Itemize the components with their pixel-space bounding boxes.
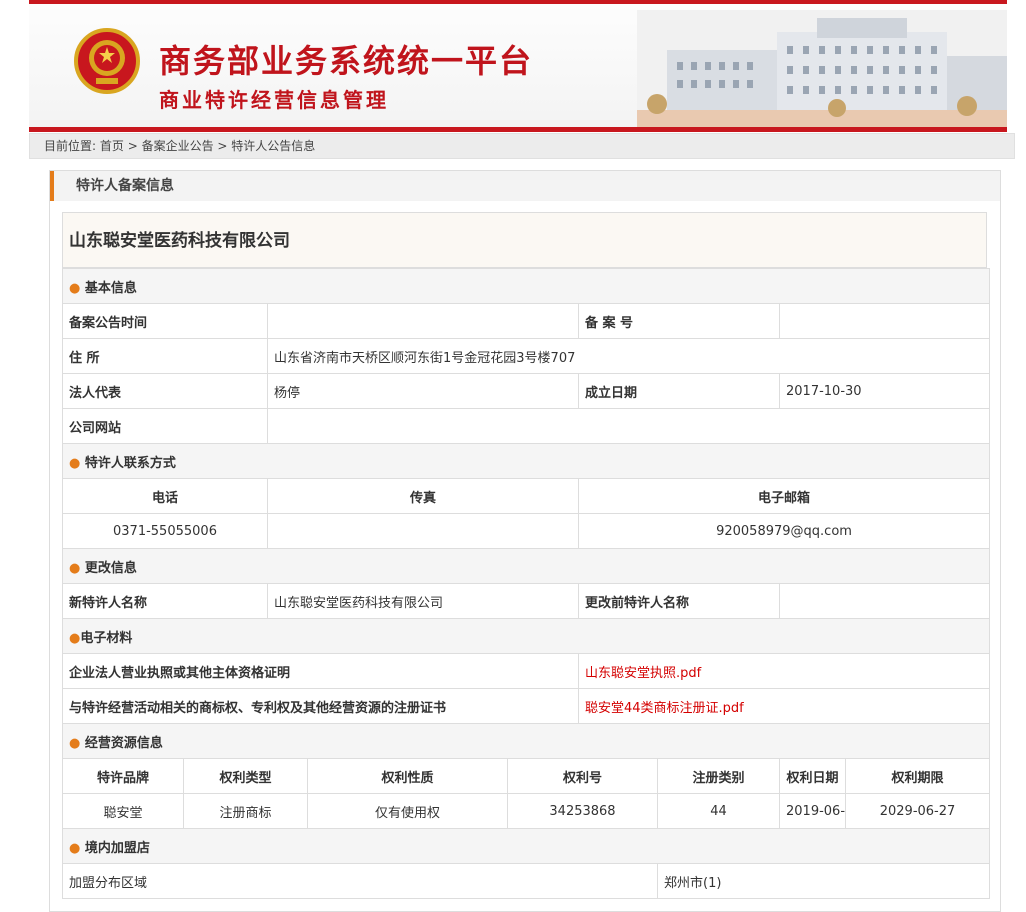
section-resources-title: 经营资源信息: [84, 735, 163, 751]
new-name-value: 山东聪安堂医药科技有限公司: [267, 583, 579, 619]
store-area-label: 加盟分布区域: [62, 863, 658, 899]
bullet-icon: ●: [69, 280, 85, 296]
table-row: 企业法人营业执照或其他主体资格证明 山东聪安堂执照.pdf: [62, 653, 991, 689]
address-label: 住 所: [62, 338, 268, 374]
resource-header: 权利日期: [779, 758, 846, 794]
resource-header: 注册类别: [657, 758, 780, 794]
section-resources: ● 经营资源信息: [61, 723, 991, 759]
section-stores: ● 境内加盟店: [61, 828, 991, 864]
table-row: 法人代表 杨停 成立日期 2017-10-30: [62, 373, 991, 409]
resource-header: 权利号: [507, 758, 658, 794]
legal-rep-value: 杨停: [267, 373, 579, 409]
section-change-title: 更改信息: [84, 560, 137, 576]
section-basic: ● 基本信息: [61, 268, 991, 304]
section-materials: ●电子材料: [61, 618, 991, 654]
new-name-label: 新特许人名称: [62, 583, 268, 619]
resource-cell: 聪安堂: [62, 793, 184, 829]
building-illustration: [637, 10, 1007, 128]
bullet-icon: ●: [69, 840, 85, 856]
table-row: 特许品牌 权利类型 权利性质 权利号 注册类别 权利日期 权利期限: [62, 758, 991, 794]
bullet-icon: ●: [69, 630, 81, 646]
section-change: ● 更改信息: [61, 548, 991, 584]
table-row: 加盟分布区域 郑州市(1): [62, 863, 991, 899]
resource-header: 权利类型: [183, 758, 308, 794]
founded-label: 成立日期: [578, 373, 780, 409]
section-contact: ● 特许人联系方式: [61, 443, 991, 479]
resource-cell: 34253868: [507, 793, 658, 829]
founded-value: 2017-10-30: [778, 373, 991, 409]
website-value: [266, 408, 991, 444]
section-materials-title: 电子材料: [80, 630, 133, 646]
email-value: 920058979@qq.com: [577, 513, 991, 549]
material-pdf-link[interactable]: 山东聪安堂执照.pdf: [585, 666, 701, 681]
announce-time-label: 备案公告时间: [62, 303, 268, 339]
website-label: 公司网站: [62, 408, 268, 444]
resource-cell: 44: [657, 793, 780, 829]
national-emblem-icon: [74, 28, 140, 94]
site-subtitle: 商业特许经营信息管理: [159, 88, 389, 112]
store-area-value[interactable]: 郑州市(1): [656, 863, 991, 899]
breadcrumb-home-link[interactable]: 首页: [100, 139, 124, 153]
announce-time-value: [267, 303, 579, 339]
old-name-label: 更改前特许人名称: [578, 583, 780, 619]
breadcrumb-separator: >: [123, 139, 142, 153]
material-label: 与特许经营活动相关的商标权、专利权及其他经营资源的注册证书: [62, 688, 579, 724]
resource-header: 特许品牌: [62, 758, 184, 794]
record-no-value: [778, 303, 991, 339]
table-row: 与特许经营活动相关的商标权、专利权及其他经营资源的注册证书 聪安堂44类商标注册…: [62, 688, 991, 724]
bullet-icon: ●: [69, 455, 85, 471]
section-basic-title: 基本信息: [84, 280, 137, 296]
header-banner: 商务部业务系统统一平台 商业特许经营信息管理: [29, 0, 1007, 132]
table-row: 新特许人名称 山东聪安堂医药科技有限公司 更改前特许人名称: [62, 583, 991, 619]
table-row: 公司网站: [62, 408, 991, 444]
breadcrumb: 目前位置: 首页 > 备案企业公告 > 特许人公告信息: [29, 133, 1015, 159]
resource-cell: 仅有使用权: [307, 793, 508, 829]
table-row: 备案公告时间 备 案 号: [62, 303, 991, 339]
header-red-line: [29, 127, 1007, 132]
table-row: 聪安堂 注册商标 仅有使用权 34253868 44 2019-06-28 20…: [62, 793, 991, 829]
table-row: 0371-55055006 920058979@qq.com: [62, 513, 991, 549]
record-panel: 特许人备案信息 山东聪安堂医药科技有限公司 ● 基本信息 备案公告时间 备 案 …: [49, 170, 1001, 912]
bullet-icon: ●: [69, 735, 85, 751]
legal-rep-label: 法人代表: [62, 373, 268, 409]
bullet-icon: ●: [69, 560, 85, 576]
panel-title: 特许人备案信息: [50, 171, 1000, 201]
resource-header: 权利期限: [844, 758, 991, 794]
fax-value: [267, 513, 579, 549]
phone-value: 0371-55055006: [62, 513, 268, 549]
record-table: ● 基本信息 备案公告时间 备 案 号 住 所 山东省济南市天桥区顺河东街1号金…: [61, 268, 991, 899]
old-name-value: [778, 583, 991, 619]
email-header: 电子邮箱: [577, 478, 991, 514]
material-pdf-link[interactable]: 聪安堂44类商标注册证.pdf: [585, 701, 744, 716]
site-title: 商务部业务系统统一平台: [159, 42, 534, 80]
resource-cell: 注册商标: [183, 793, 308, 829]
company-name: 山东聪安堂医药科技有限公司: [62, 212, 987, 268]
page: 商务部业务系统统一平台 商业特许经营信息管理 目前位置: 首页 > 备案企业公告…: [29, 0, 1015, 912]
section-contact-title: 特许人联系方式: [84, 455, 176, 471]
table-row: 电话 传真 电子邮箱: [62, 478, 991, 514]
fax-header: 传真: [267, 478, 579, 514]
record-no-label: 备 案 号: [578, 303, 780, 339]
resource-cell: 2029-06-27: [844, 793, 991, 829]
breadcrumb-current: 特许人公告信息: [231, 139, 316, 153]
material-label: 企业法人营业执照或其他主体资格证明: [62, 653, 579, 689]
breadcrumb-separator: >: [213, 139, 232, 153]
address-value: 山东省济南市天桥区顺河东街1号金冠花园3号楼707: [266, 338, 991, 374]
breadcrumb-announcements-link[interactable]: 备案企业公告: [142, 139, 214, 153]
section-stores-title: 境内加盟店: [84, 840, 150, 856]
resource-header: 权利性质: [307, 758, 508, 794]
phone-header: 电话: [62, 478, 268, 514]
breadcrumb-prefix: 目前位置:: [44, 139, 97, 153]
table-row: 住 所 山东省济南市天桥区顺河东街1号金冠花园3号楼707: [62, 338, 991, 374]
resource-cell: 2019-06-28: [779, 793, 846, 829]
